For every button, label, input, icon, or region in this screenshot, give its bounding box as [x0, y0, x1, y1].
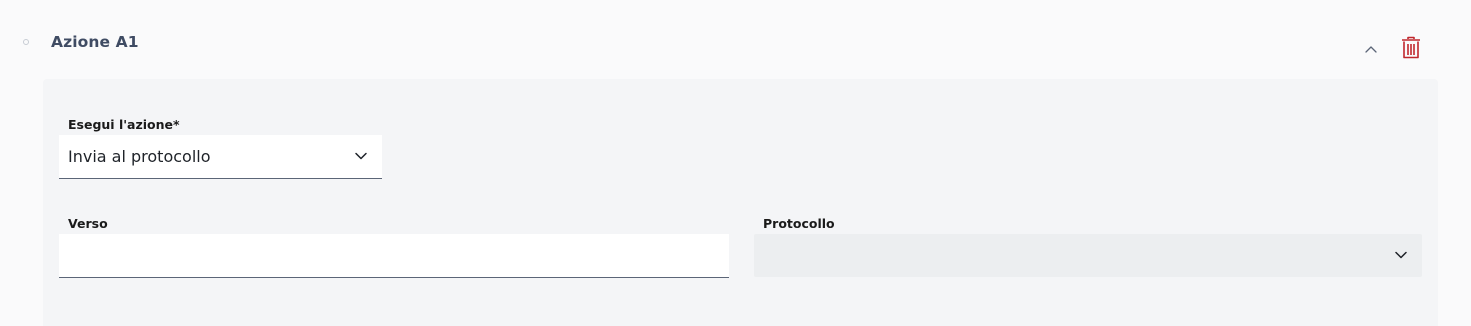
action-editor: Azione A1 Esegui l'azione* Invia al prot… — [0, 0, 1471, 326]
drag-handle-dot — [23, 39, 29, 45]
verso-field-label: Verso — [68, 216, 108, 231]
action-field-label: Esegui l'azione* — [68, 117, 180, 132]
action-select[interactable]: Invia al protocollo — [59, 135, 382, 179]
action-title: Azione A1 — [51, 33, 139, 51]
chevron-down-icon — [355, 152, 367, 160]
chevron-up-icon — [1365, 46, 1377, 53]
verso-input[interactable] — [59, 234, 729, 278]
trash-icon — [1402, 36, 1420, 59]
delete-button[interactable] — [1400, 35, 1422, 61]
action-select-value: Invia al protocollo — [68, 147, 211, 166]
chevron-down-icon — [1395, 251, 1407, 259]
action-settings-panel — [43, 79, 1438, 326]
protocollo-select[interactable] — [754, 234, 1422, 277]
collapse-button[interactable] — [1360, 40, 1382, 58]
protocollo-field-label: Protocollo — [763, 216, 835, 231]
